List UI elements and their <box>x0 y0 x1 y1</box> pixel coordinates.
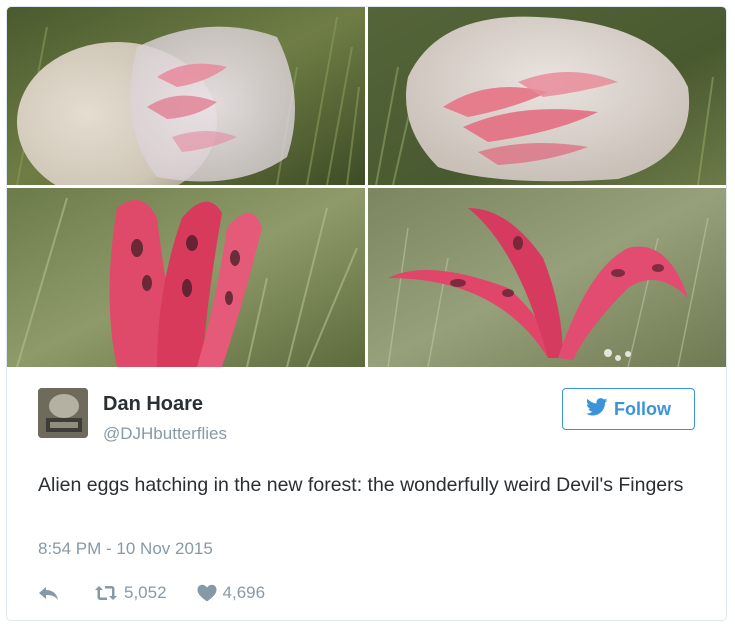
like-count: 4,696 <box>222 583 266 602</box>
tweet-card: Dan Hoare @DJHbutterflies Follow Alien e… <box>6 6 727 621</box>
retweet-icon <box>95 586 117 600</box>
photo-fingers-spread[interactable] <box>368 188 726 367</box>
author-handle[interactable]: @DJHbutterflies <box>103 424 227 444</box>
photo-fingers-closeup[interactable] <box>7 188 365 367</box>
photo-egg-opening[interactable] <box>368 7 726 185</box>
heart-icon <box>197 584 217 602</box>
twitter-bird-icon <box>586 397 608 421</box>
follow-label: Follow <box>614 398 671 419</box>
author-name[interactable]: Dan Hoare <box>103 393 203 416</box>
follow-button[interactable]: Follow <box>562 388 695 430</box>
tweet-text: Alien eggs hatching in the new forest: t… <box>38 474 684 496</box>
photo-egg-closed[interactable] <box>7 7 365 185</box>
like-button[interactable]: 4,696 <box>197 583 266 603</box>
photo-grid <box>7 7 726 367</box>
tweet-actions: 5,052 4,696 <box>38 581 265 605</box>
retweet-count: 5,052 <box>124 583 167 602</box>
reply-button[interactable] <box>38 584 94 602</box>
timestamp[interactable]: 8:54 PM - 10 Nov 2015 <box>38 539 213 559</box>
retweet-button[interactable]: 5,052 <box>94 583 167 603</box>
reply-icon <box>39 587 58 600</box>
avatar[interactable] <box>38 388 88 438</box>
